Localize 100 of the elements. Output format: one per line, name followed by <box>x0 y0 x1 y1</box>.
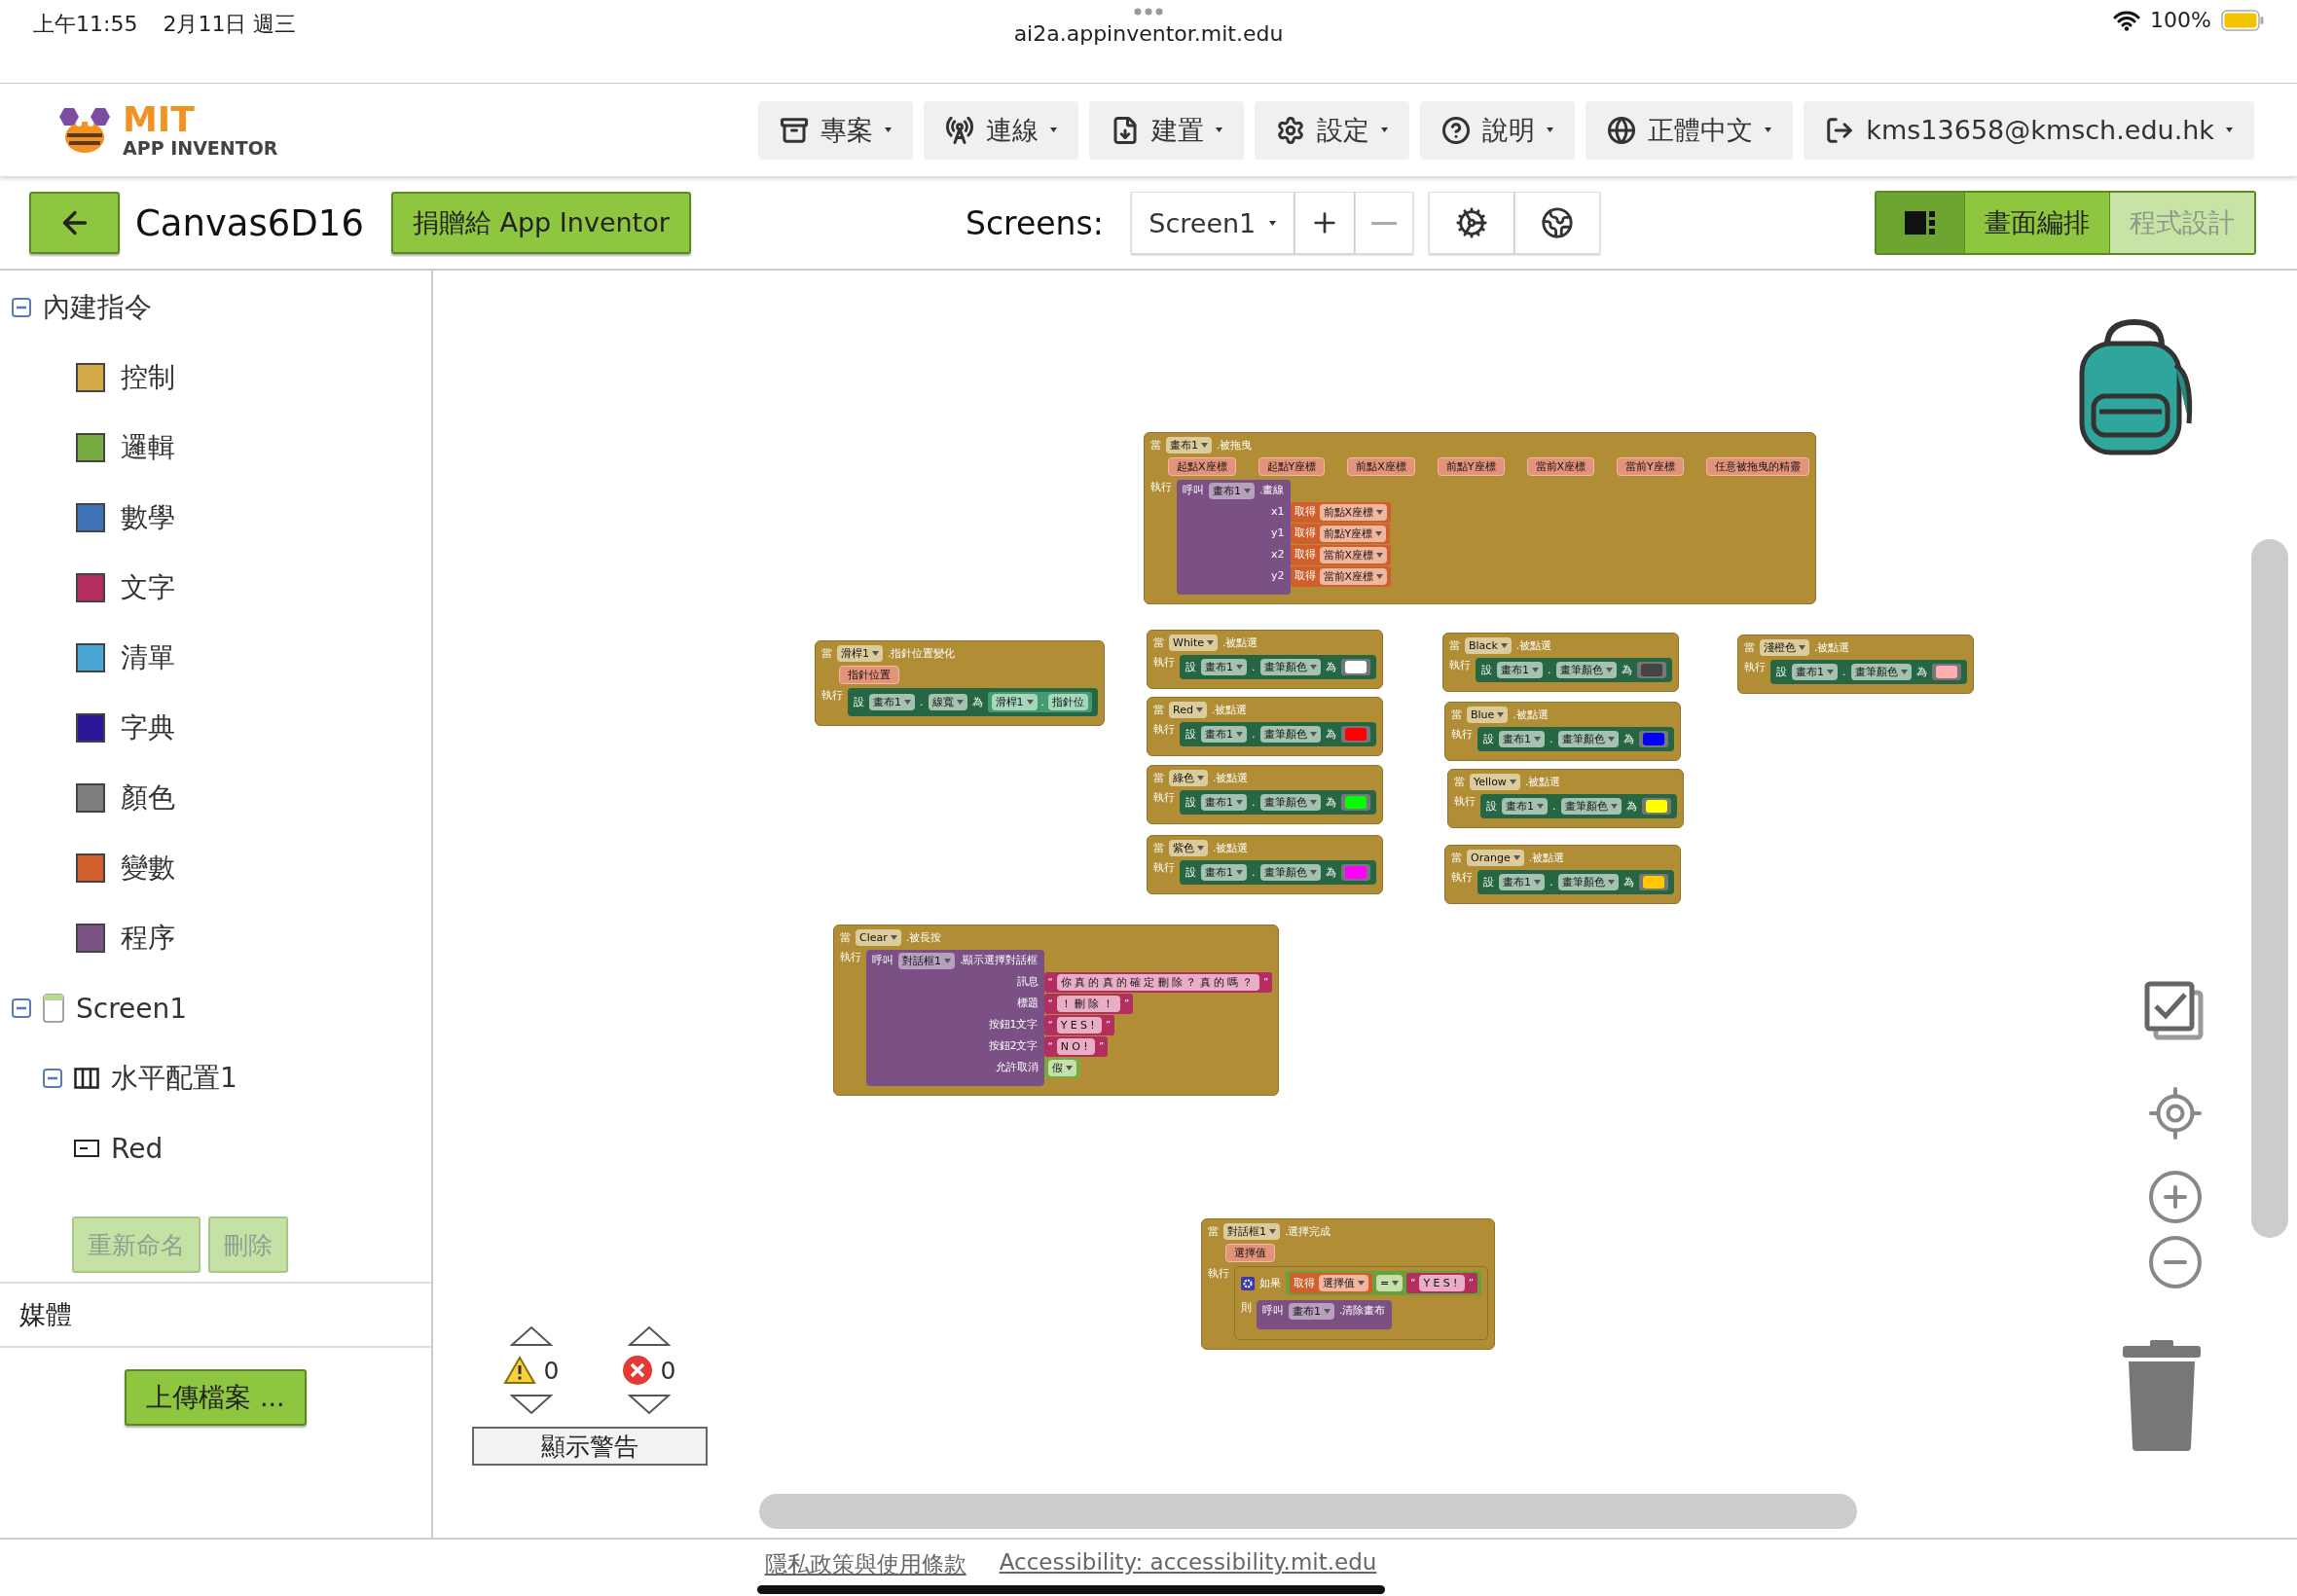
property-dropdown[interactable]: 畫筆顏色 <box>1557 731 1619 747</box>
next-warning-icon[interactable] <box>509 1394 553 1415</box>
tree-item[interactable]: 數學 <box>121 499 175 536</box>
parameter-pill[interactable]: 前點X座標 <box>1347 457 1415 476</box>
parameter-pill[interactable]: 起點X座標 <box>1168 457 1236 476</box>
property-dropdown[interactable]: 畫筆顏色 <box>1259 659 1321 675</box>
property-dropdown[interactable]: 畫筆顏色 <box>1850 664 1912 680</box>
property-dropdown[interactable]: 畫筆顏色 <box>1557 874 1619 890</box>
tree-item[interactable]: Screen1 <box>76 992 188 1025</box>
property-dropdown[interactable]: 指針位 <box>1048 694 1088 710</box>
variable-dropdown[interactable]: 選擇值 <box>1319 1275 1368 1291</box>
recenter-icon[interactable] <box>2146 1084 2205 1143</box>
property-dropdown[interactable]: 畫筆顏色 <box>1259 794 1321 811</box>
component-dropdown[interactable]: Orange <box>1467 850 1524 866</box>
component-dropdown[interactable]: 畫布1 <box>1792 664 1838 680</box>
event-block[interactable]: 當 Orange .被點選 執行 設 畫布1 . 畫筆顏色 為 <box>1444 845 1681 904</box>
tree-item[interactable]: 內建指令 <box>43 289 152 326</box>
component-dropdown[interactable]: 畫布1 <box>1497 662 1543 678</box>
parameter-pill[interactable]: 指針位置 <box>839 666 899 684</box>
project-properties-button[interactable] <box>1428 192 1514 254</box>
component-dropdown[interactable]: 滑桿1 <box>837 645 883 662</box>
tree-item[interactable]: 文字 <box>121 569 175 606</box>
color-swatch[interactable] <box>1640 664 1662 676</box>
operator-dropdown[interactable]: = <box>1376 1275 1404 1291</box>
event-block[interactable]: 當 Clear .被長按 執行 呼叫 對話框1 .顯示選擇對話框 訊息 標題 按鈕1文字 按鈕2文字 允許取消 “ 你真的真的確定刪除？真的嗎？ ” “ ！刪除！ ” “ YES! ” “ NO! ” 假 <box>833 925 1280 1096</box>
trash-icon[interactable] <box>2121 1340 2203 1451</box>
parameter-pill[interactable]: 選擇值 <box>1225 1244 1275 1262</box>
component-dropdown[interactable]: 畫布1 <box>1502 798 1548 815</box>
color-swatch[interactable] <box>1344 661 1367 673</box>
variable-dropdown[interactable]: 當前X座標 <box>1319 567 1388 585</box>
color-swatch[interactable] <box>1645 800 1667 813</box>
component-dropdown[interactable]: 對話框1 <box>1223 1223 1280 1240</box>
variable-dropdown[interactable]: 當前X座標 <box>1319 546 1388 563</box>
color-swatch[interactable] <box>1344 796 1367 809</box>
upload-button[interactable]: 上傳檔案 ... <box>125 1369 307 1426</box>
property-dropdown[interactable]: 畫筆顏色 <box>1259 864 1321 881</box>
component-dropdown[interactable]: 對話框1 <box>898 952 955 969</box>
parameter-pill[interactable]: 前點Y座標 <box>1437 457 1505 476</box>
color-swatch[interactable] <box>1344 728 1367 741</box>
property-dropdown[interactable]: 畫筆顏色 <box>1555 662 1617 678</box>
menu-button[interactable]: 連線 <box>924 100 1079 160</box>
component-dropdown[interactable]: 紫色 <box>1169 840 1208 856</box>
tree-item[interactable]: 水平配置1 <box>111 1060 237 1097</box>
menu-button[interactable]: 正體中文 <box>1586 100 1794 160</box>
component-dropdown[interactable]: 畫布1 <box>1209 482 1255 499</box>
editor-tab[interactable]: 畫面編排 <box>1964 193 2109 253</box>
menu-button[interactable]: 建置 <box>1089 100 1245 160</box>
component-dropdown[interactable]: 畫布1 <box>869 694 915 710</box>
component-dropdown[interactable]: 畫布1 <box>1499 874 1545 890</box>
tree-item[interactable]: 變數 <box>121 850 175 887</box>
horizontal-scrollbar[interactable] <box>759 1494 1857 1529</box>
component-dropdown[interactable]: White <box>1169 635 1218 651</box>
vertical-scrollbar[interactable] <box>2251 539 2288 1238</box>
event-block[interactable]: 當 綠色 .被點選 執行 設 畫布1 . 畫筆顏色 為 <box>1147 765 1383 824</box>
previous-warning-icon[interactable] <box>509 1325 553 1347</box>
color-swatch[interactable] <box>1642 733 1664 745</box>
menu-button[interactable]: 專案 <box>758 100 914 160</box>
variable-dropdown[interactable]: 前點X座標 <box>1319 503 1388 521</box>
tree-item[interactable]: 清單 <box>121 639 175 676</box>
gear-icon[interactable] <box>1241 1276 1255 1290</box>
text-field[interactable]: NO! <box>1056 1037 1095 1055</box>
component-dropdown[interactable]: 畫布1 <box>1201 659 1247 675</box>
color-swatch[interactable] <box>1935 666 1957 678</box>
collapse-toggle-icon[interactable] <box>12 998 31 1018</box>
variable-dropdown[interactable]: 前點Y座標 <box>1319 525 1387 542</box>
event-block[interactable]: 當 滑桿1 .指針位置變化 指針位置 執行 設 畫布1 . 線寬 為 滑桿1 . 指針位 <box>815 640 1105 726</box>
tree-item[interactable]: 程序 <box>121 920 175 957</box>
checkbox-icon[interactable] <box>2144 981 2205 1041</box>
event-block[interactable]: 當 Black .被點選 執行 設 畫布1 . 畫筆顏色 為 <box>1442 633 1679 692</box>
logic-dropdown[interactable]: 假 <box>1047 1059 1076 1076</box>
component-dropdown[interactable]: Red <box>1169 702 1207 718</box>
tree-item[interactable]: 控制 <box>121 359 175 396</box>
parameter-pill[interactable]: 當前Y座標 <box>1617 457 1684 476</box>
parameter-pill[interactable]: 當前X座標 <box>1526 457 1595 476</box>
show-warnings-button[interactable]: 顯示警告 <box>472 1427 708 1466</box>
event-block[interactable]: 當 Blue .被點選 執行 設 畫布1 . 畫筆顏色 為 <box>1444 702 1681 761</box>
component-dropdown[interactable]: Black <box>1465 637 1512 654</box>
event-block[interactable]: 當 Red .被點選 執行 設 畫布1 . 畫筆顏色 為 <box>1147 697 1383 756</box>
tree-item[interactable]: Red <box>111 1132 164 1165</box>
menu-button[interactable]: 設定 <box>1255 100 1410 160</box>
previous-error-icon[interactable] <box>627 1325 671 1347</box>
component-dropdown[interactable]: Blue <box>1467 707 1509 723</box>
donate-button[interactable]: 捐贈給 App Inventor <box>390 192 691 254</box>
component-dropdown[interactable]: Clear <box>856 929 901 946</box>
event-block[interactable]: 當 White .被點選 執行 設 畫布1 . 畫筆顏色 為 <box>1147 630 1383 689</box>
component-dropdown[interactable]: 綠色 <box>1169 770 1208 786</box>
back-button[interactable] <box>29 192 120 254</box>
collapse-toggle-icon[interactable] <box>12 298 31 317</box>
screen-select[interactable]: Screen1 <box>1130 192 1294 254</box>
parameter-pill[interactable]: 任意被拖曳的精靈 <box>1705 457 1809 476</box>
text-field[interactable]: YES! <box>1056 1016 1102 1034</box>
globe-button[interactable] <box>1513 192 1600 254</box>
property-dropdown[interactable]: 線寬 <box>928 694 967 710</box>
menu-button[interactable]: 說明 <box>1420 100 1576 160</box>
tree-item[interactable]: 邏輯 <box>121 429 175 466</box>
footer-link[interactable]: Accessibility: accessibility.mit.edu <box>999 1549 1377 1579</box>
tree-item[interactable]: 字典 <box>121 709 175 746</box>
add-screen-button[interactable] <box>1294 192 1355 254</box>
component-dropdown[interactable]: 畫布1 <box>1289 1302 1334 1320</box>
panel-toggle-button[interactable] <box>1877 193 1964 253</box>
